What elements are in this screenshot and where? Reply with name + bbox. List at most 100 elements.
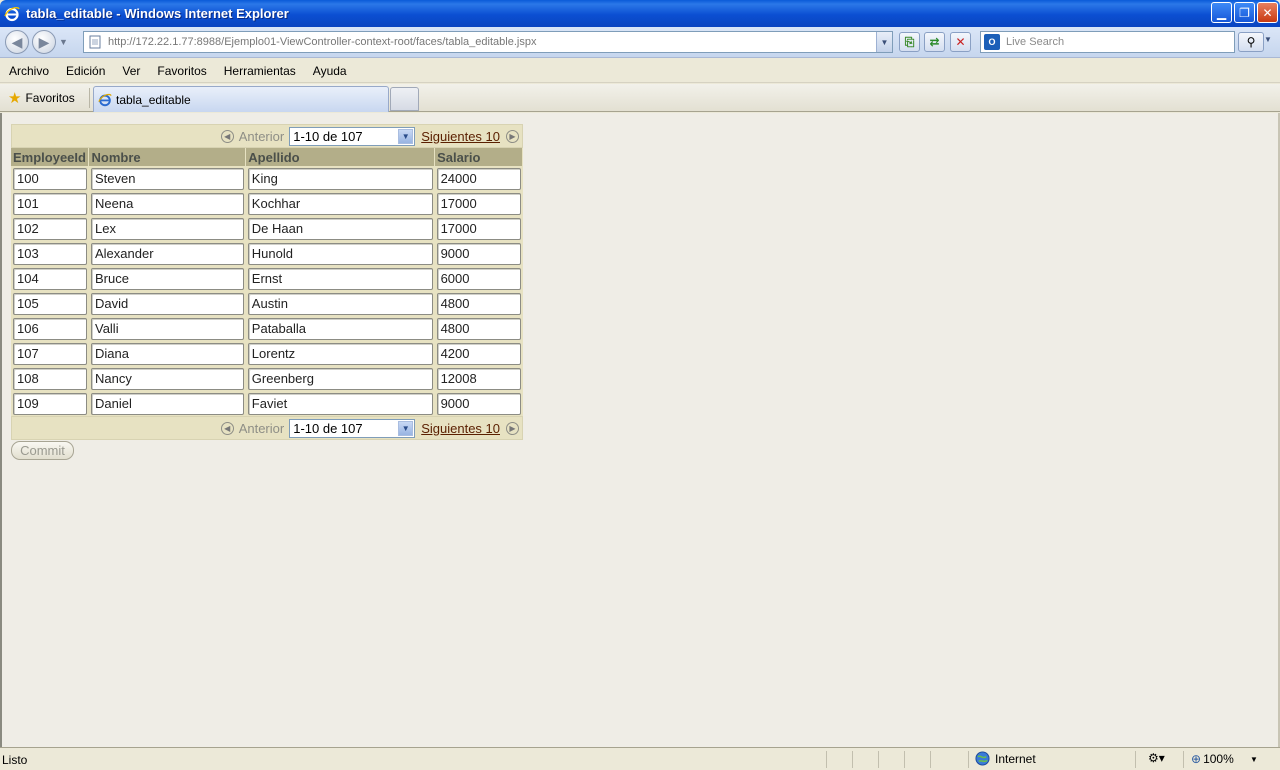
- salario-input[interactable]: 24000: [436, 167, 521, 190]
- apellido-input[interactable]: Ernst: [247, 267, 433, 290]
- employee-id-input[interactable]: 102: [13, 217, 87, 240]
- employee-id-input[interactable]: 103: [13, 242, 87, 265]
- salario-input[interactable]: 4800: [436, 292, 521, 315]
- prev-button: Anterior: [238, 128, 285, 144]
- favorites-button[interactable]: ★ Favoritos: [4, 87, 79, 109]
- nombre-input[interactable]: Valli: [90, 317, 244, 340]
- table-cell: Greenberg: [246, 366, 435, 391]
- address-dropdown-button[interactable]: ▼: [876, 32, 892, 52]
- refresh-button[interactable]: ⇄: [924, 32, 945, 52]
- ie-logo-icon: [98, 93, 112, 106]
- nombre-input[interactable]: Diana: [90, 342, 244, 365]
- next-icon[interactable]: ▶: [506, 421, 519, 435]
- range-select[interactable]: 1-10 de 107 ▼: [289, 418, 416, 438]
- nombre-input[interactable]: Steven: [90, 167, 244, 190]
- salario-input[interactable]: 12008: [436, 367, 521, 390]
- nombre-input[interactable]: Daniel: [90, 392, 244, 415]
- table-cell: Austin: [246, 291, 435, 316]
- salario-input[interactable]: 4200: [436, 342, 521, 365]
- commit-button[interactable]: Commit: [11, 441, 74, 460]
- stop-button[interactable]: ✕: [950, 32, 971, 52]
- nombre-input[interactable]: Lex: [90, 217, 244, 240]
- zoom-control[interactable]: ⊕ 100%: [1191, 752, 1234, 766]
- search-button[interactable]: ⚲: [1238, 32, 1264, 52]
- apellido-input[interactable]: Lorentz: [247, 342, 433, 365]
- apellido-input[interactable]: Hunold: [247, 242, 433, 265]
- window-title: tabla_editable - Windows Internet Explor…: [26, 6, 289, 21]
- salario-input[interactable]: 17000: [436, 217, 521, 240]
- salario-input[interactable]: 9000: [436, 242, 521, 265]
- forward-button[interactable]: ▶: [32, 30, 56, 54]
- apellido-input[interactable]: Kochhar: [247, 192, 433, 215]
- search-box[interactable]: O: [980, 31, 1235, 53]
- employee-id-input[interactable]: 100: [13, 167, 87, 190]
- ie-logo-icon: [4, 6, 20, 21]
- prev-button: Anterior: [238, 420, 285, 436]
- table-cell: 108: [11, 366, 89, 391]
- apellido-input[interactable]: King: [247, 167, 433, 190]
- apellido-input[interactable]: Faviet: [247, 392, 433, 415]
- search-input[interactable]: [1004, 35, 1234, 49]
- back-button[interactable]: ◀: [5, 30, 29, 54]
- history-dropdown-icon[interactable]: ▼: [59, 37, 71, 47]
- employee-id-input[interactable]: 105: [13, 292, 87, 315]
- next-link[interactable]: Siguientes 10: [421, 421, 500, 436]
- menu-ver[interactable]: Ver: [113, 64, 148, 78]
- address-input[interactable]: [108, 36, 876, 48]
- nombre-input[interactable]: Neena: [90, 192, 244, 215]
- nombre-input[interactable]: Alexander: [90, 242, 244, 265]
- salario-input[interactable]: 9000: [436, 392, 521, 415]
- next-icon[interactable]: ▶: [506, 129, 519, 143]
- status-text: Listo: [2, 753, 28, 767]
- star-icon: ★: [8, 90, 22, 107]
- table-cell: Bruce: [89, 266, 246, 291]
- close-button[interactable]: ✕: [1257, 2, 1278, 23]
- employee-id-input[interactable]: 101: [13, 192, 87, 215]
- next-link[interactable]: Siguientes 10: [421, 129, 500, 144]
- menu-favoritos[interactable]: Favoritos: [148, 64, 214, 78]
- status-divider: [1135, 751, 1136, 768]
- nombre-input[interactable]: David: [90, 292, 244, 315]
- menu-archivo[interactable]: Archivo: [0, 64, 57, 78]
- chevron-down-icon: ▼: [398, 420, 414, 436]
- apellido-input[interactable]: Austin: [247, 292, 433, 315]
- table-cell: 106: [11, 316, 89, 341]
- table-cell: 101: [11, 191, 89, 216]
- table-row: 101 Neena Kochhar 17000: [11, 191, 523, 216]
- new-tab-button[interactable]: [390, 87, 419, 111]
- menu-edicion[interactable]: Edición: [57, 64, 113, 78]
- menu-ayuda[interactable]: Ayuda: [304, 64, 355, 78]
- employee-id-input[interactable]: 108: [13, 367, 87, 390]
- address-bar[interactable]: ▼: [83, 31, 893, 53]
- minimize-button[interactable]: ▁: [1211, 2, 1232, 23]
- menu-herramientas[interactable]: Herramientas: [215, 64, 304, 78]
- employee-id-input[interactable]: 107: [13, 342, 87, 365]
- protected-mode-icon[interactable]: ⚙▾: [1148, 751, 1165, 765]
- tab-tabla-editable[interactable]: tabla_editable: [93, 86, 389, 112]
- salario-input[interactable]: 4800: [436, 317, 521, 340]
- table-row: 103 Alexander Hunold 9000: [11, 241, 523, 266]
- status-bar: Listo Internet ⚙▾ ⊕ 100% ▼: [0, 747, 1280, 770]
- table-cell: Hunold: [246, 241, 435, 266]
- table-cell: Faviet: [246, 391, 435, 416]
- search-options-icon[interactable]: ▼: [1264, 35, 1272, 44]
- range-select[interactable]: 1-10 de 107 ▼: [289, 126, 416, 146]
- forward-arrow-icon: ▶: [38, 33, 50, 50]
- chevron-down-icon[interactable]: ▼: [1250, 755, 1258, 764]
- nombre-input[interactable]: Bruce: [90, 267, 244, 290]
- security-zone[interactable]: Internet: [975, 751, 1036, 766]
- table-cell: Daniel: [89, 391, 246, 416]
- apellido-input[interactable]: De Haan: [247, 217, 433, 240]
- table-cell: De Haan: [246, 216, 435, 241]
- compatibility-button[interactable]: ⎘: [899, 32, 920, 52]
- apellido-input[interactable]: Greenberg: [247, 367, 433, 390]
- salario-input[interactable]: 17000: [436, 192, 521, 215]
- nombre-input[interactable]: Nancy: [90, 367, 244, 390]
- employee-id-input[interactable]: 109: [13, 392, 87, 415]
- apellido-input[interactable]: Pataballa: [247, 317, 433, 340]
- employee-id-input[interactable]: 106: [13, 317, 87, 340]
- employee-id-input[interactable]: 104: [13, 267, 87, 290]
- pager-top: ◀ Anterior 1-10 de 107 ▼ Siguientes 10 ▶: [11, 124, 523, 148]
- salario-input[interactable]: 6000: [436, 267, 521, 290]
- restore-button[interactable]: ❐: [1234, 2, 1255, 23]
